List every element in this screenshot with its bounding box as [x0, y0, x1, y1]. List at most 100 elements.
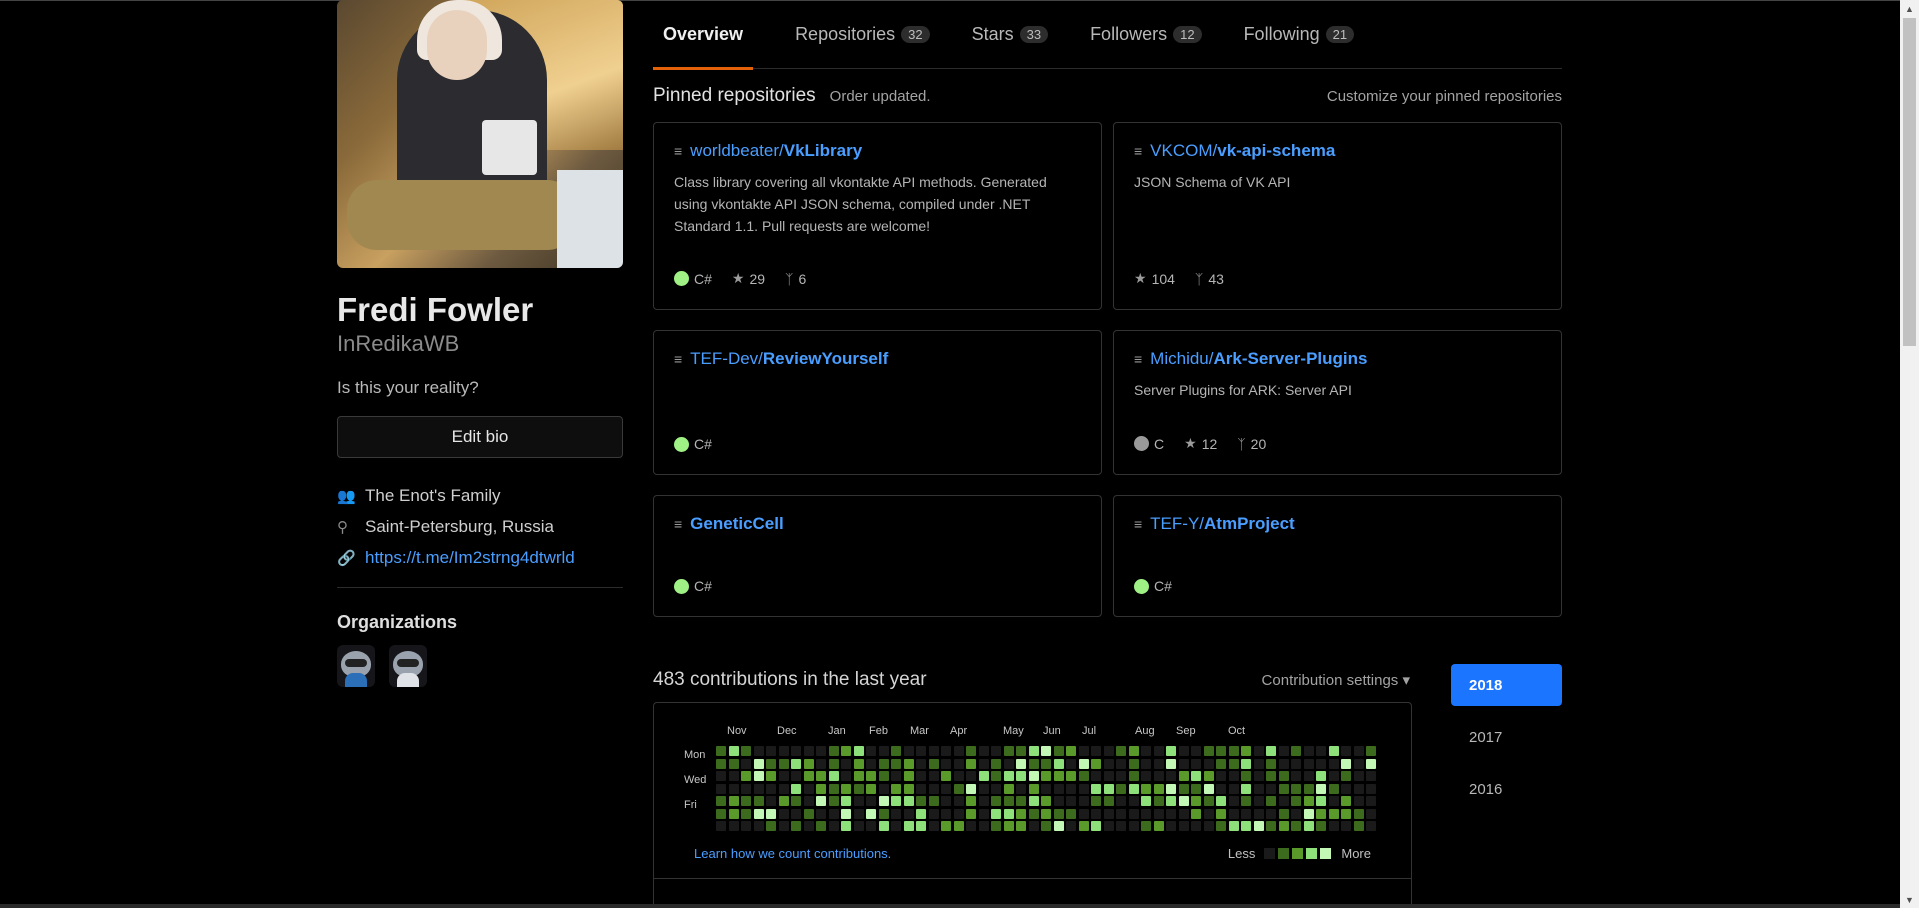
- contribution-day-cell[interactable]: [1028, 771, 1039, 781]
- contribution-day-cell[interactable]: [1028, 758, 1039, 769]
- contribution-day-cell[interactable]: [778, 821, 789, 831]
- contribution-day-cell[interactable]: [816, 746, 826, 756]
- contribution-day-cell[interactable]: [1078, 771, 1089, 781]
- contribution-day-cell[interactable]: [1041, 771, 1051, 781]
- contribution-day-cell[interactable]: [1191, 783, 1201, 794]
- contribution-day-cell[interactable]: [753, 746, 764, 756]
- contribution-day-cell[interactable]: [841, 758, 851, 769]
- contribution-day-cell[interactable]: [1141, 821, 1151, 831]
- contribution-day-cell[interactable]: [841, 808, 851, 819]
- contribution-day-cell[interactable]: [1366, 746, 1376, 756]
- contribution-day-cell[interactable]: [1178, 808, 1189, 819]
- contribution-day-cell[interactable]: [728, 821, 739, 831]
- contribution-day-cell[interactable]: [1041, 758, 1051, 769]
- contribution-day-cell[interactable]: [1341, 746, 1351, 756]
- contribution-day-cell[interactable]: [1216, 758, 1226, 769]
- contribution-day-cell[interactable]: [1091, 821, 1101, 831]
- contribution-day-cell[interactable]: [1116, 808, 1126, 819]
- contribution-day-cell[interactable]: [1228, 771, 1239, 781]
- contribution-day-cell[interactable]: [1366, 796, 1376, 806]
- contribution-day-cell[interactable]: [1303, 821, 1314, 831]
- contribution-day-cell[interactable]: [753, 758, 764, 769]
- contribution-day-cell[interactable]: [841, 796, 851, 806]
- contribution-day-cell[interactable]: [778, 758, 789, 769]
- contribution-day-cell[interactable]: [891, 758, 901, 769]
- avatar[interactable]: [337, 0, 623, 268]
- contribution-day-cell[interactable]: [1366, 821, 1376, 831]
- contribution-day-cell[interactable]: [753, 821, 764, 831]
- contribution-day-cell[interactable]: [991, 758, 1001, 769]
- contribution-day-cell[interactable]: [1228, 808, 1239, 819]
- contribution-day-cell[interactable]: [741, 808, 751, 819]
- contribution-day-cell[interactable]: [1278, 783, 1289, 794]
- contribution-day-cell[interactable]: [1216, 783, 1226, 794]
- contribution-day-cell[interactable]: [1016, 796, 1026, 806]
- contribution-day-cell[interactable]: [903, 796, 914, 806]
- contribution-day-cell[interactable]: [853, 758, 864, 769]
- contribution-day-cell[interactable]: [953, 796, 964, 806]
- contribution-day-cell[interactable]: [1278, 771, 1289, 781]
- contribution-day-cell[interactable]: [1278, 821, 1289, 831]
- contribution-day-cell[interactable]: [1153, 808, 1164, 819]
- contribution-day-cell[interactable]: [941, 771, 951, 781]
- repo-link[interactable]: GeneticCell: [690, 514, 784, 534]
- contribution-day-cell[interactable]: [1341, 808, 1351, 819]
- contribution-day-cell[interactable]: [1291, 808, 1301, 819]
- contribution-day-cell[interactable]: [1341, 821, 1351, 831]
- contribution-day-cell[interactable]: [753, 808, 764, 819]
- contribution-day-cell[interactable]: [941, 783, 951, 794]
- contribution-day-cell[interactable]: [716, 808, 726, 819]
- organization-avatar[interactable]: [389, 645, 427, 687]
- contribution-day-cell[interactable]: [741, 821, 751, 831]
- contribution-day-cell[interactable]: [1003, 771, 1014, 781]
- contribution-day-cell[interactable]: [791, 771, 801, 781]
- contribution-day-cell[interactable]: [778, 796, 789, 806]
- contribution-day-cell[interactable]: [828, 808, 839, 819]
- contribution-day-cell[interactable]: [1003, 746, 1014, 756]
- contribution-day-cell[interactable]: [903, 783, 914, 794]
- contribution-day-cell[interactable]: [891, 783, 901, 794]
- contribution-day-cell[interactable]: [1166, 783, 1176, 794]
- contribution-day-cell[interactable]: [1153, 821, 1164, 831]
- contribution-day-cell[interactable]: [791, 758, 801, 769]
- contribution-day-cell[interactable]: [1053, 771, 1064, 781]
- year-2018[interactable]: 2018: [1451, 664, 1562, 706]
- contribution-day-cell[interactable]: [1078, 796, 1089, 806]
- contribution-day-cell[interactable]: [1241, 758, 1251, 769]
- contribution-day-cell[interactable]: [816, 758, 826, 769]
- contribution-day-cell[interactable]: [1091, 808, 1101, 819]
- contribution-day-cell[interactable]: [866, 758, 876, 769]
- contribution-day-cell[interactable]: [966, 783, 976, 794]
- contribution-day-cell[interactable]: [1303, 771, 1314, 781]
- contribution-day-cell[interactable]: [1253, 796, 1264, 806]
- contribution-day-cell[interactable]: [1266, 771, 1276, 781]
- contribution-day-cell[interactable]: [766, 746, 776, 756]
- contribution-day-cell[interactable]: [966, 796, 976, 806]
- contribution-day-cell[interactable]: [1066, 821, 1076, 831]
- tab-followers[interactable]: Followers 12: [1090, 0, 1202, 69]
- contribution-day-cell[interactable]: [853, 771, 864, 781]
- contribution-day-cell[interactable]: [1216, 746, 1226, 756]
- forks-stat[interactable]: ᛉ 43: [1195, 271, 1224, 287]
- contribution-day-cell[interactable]: [741, 771, 751, 781]
- contribution-day-cell[interactable]: [1066, 796, 1076, 806]
- contribution-day-cell[interactable]: [803, 821, 814, 831]
- contribution-day-cell[interactable]: [1228, 796, 1239, 806]
- contribution-day-cell[interactable]: [828, 821, 839, 831]
- contribution-day-cell[interactable]: [766, 771, 776, 781]
- contribution-day-cell[interactable]: [866, 746, 876, 756]
- contribution-day-cell[interactable]: [1116, 746, 1126, 756]
- contribution-day-cell[interactable]: [1366, 783, 1376, 794]
- contribution-day-cell[interactable]: [803, 783, 814, 794]
- contribution-day-cell[interactable]: [766, 783, 776, 794]
- contribution-day-cell[interactable]: [978, 746, 989, 756]
- repo-link[interactable]: VKCOM/vk-api-schema: [1150, 141, 1335, 161]
- contribution-day-cell[interactable]: [991, 771, 1001, 781]
- contribution-day-cell[interactable]: [1016, 746, 1026, 756]
- organization-avatar[interactable]: [337, 645, 375, 687]
- contribution-day-cell[interactable]: [1003, 808, 1014, 819]
- contribution-day-cell[interactable]: [1103, 783, 1114, 794]
- contribution-day-cell[interactable]: [1066, 783, 1076, 794]
- contribution-day-cell[interactable]: [928, 783, 939, 794]
- contribution-day-cell[interactable]: [728, 796, 739, 806]
